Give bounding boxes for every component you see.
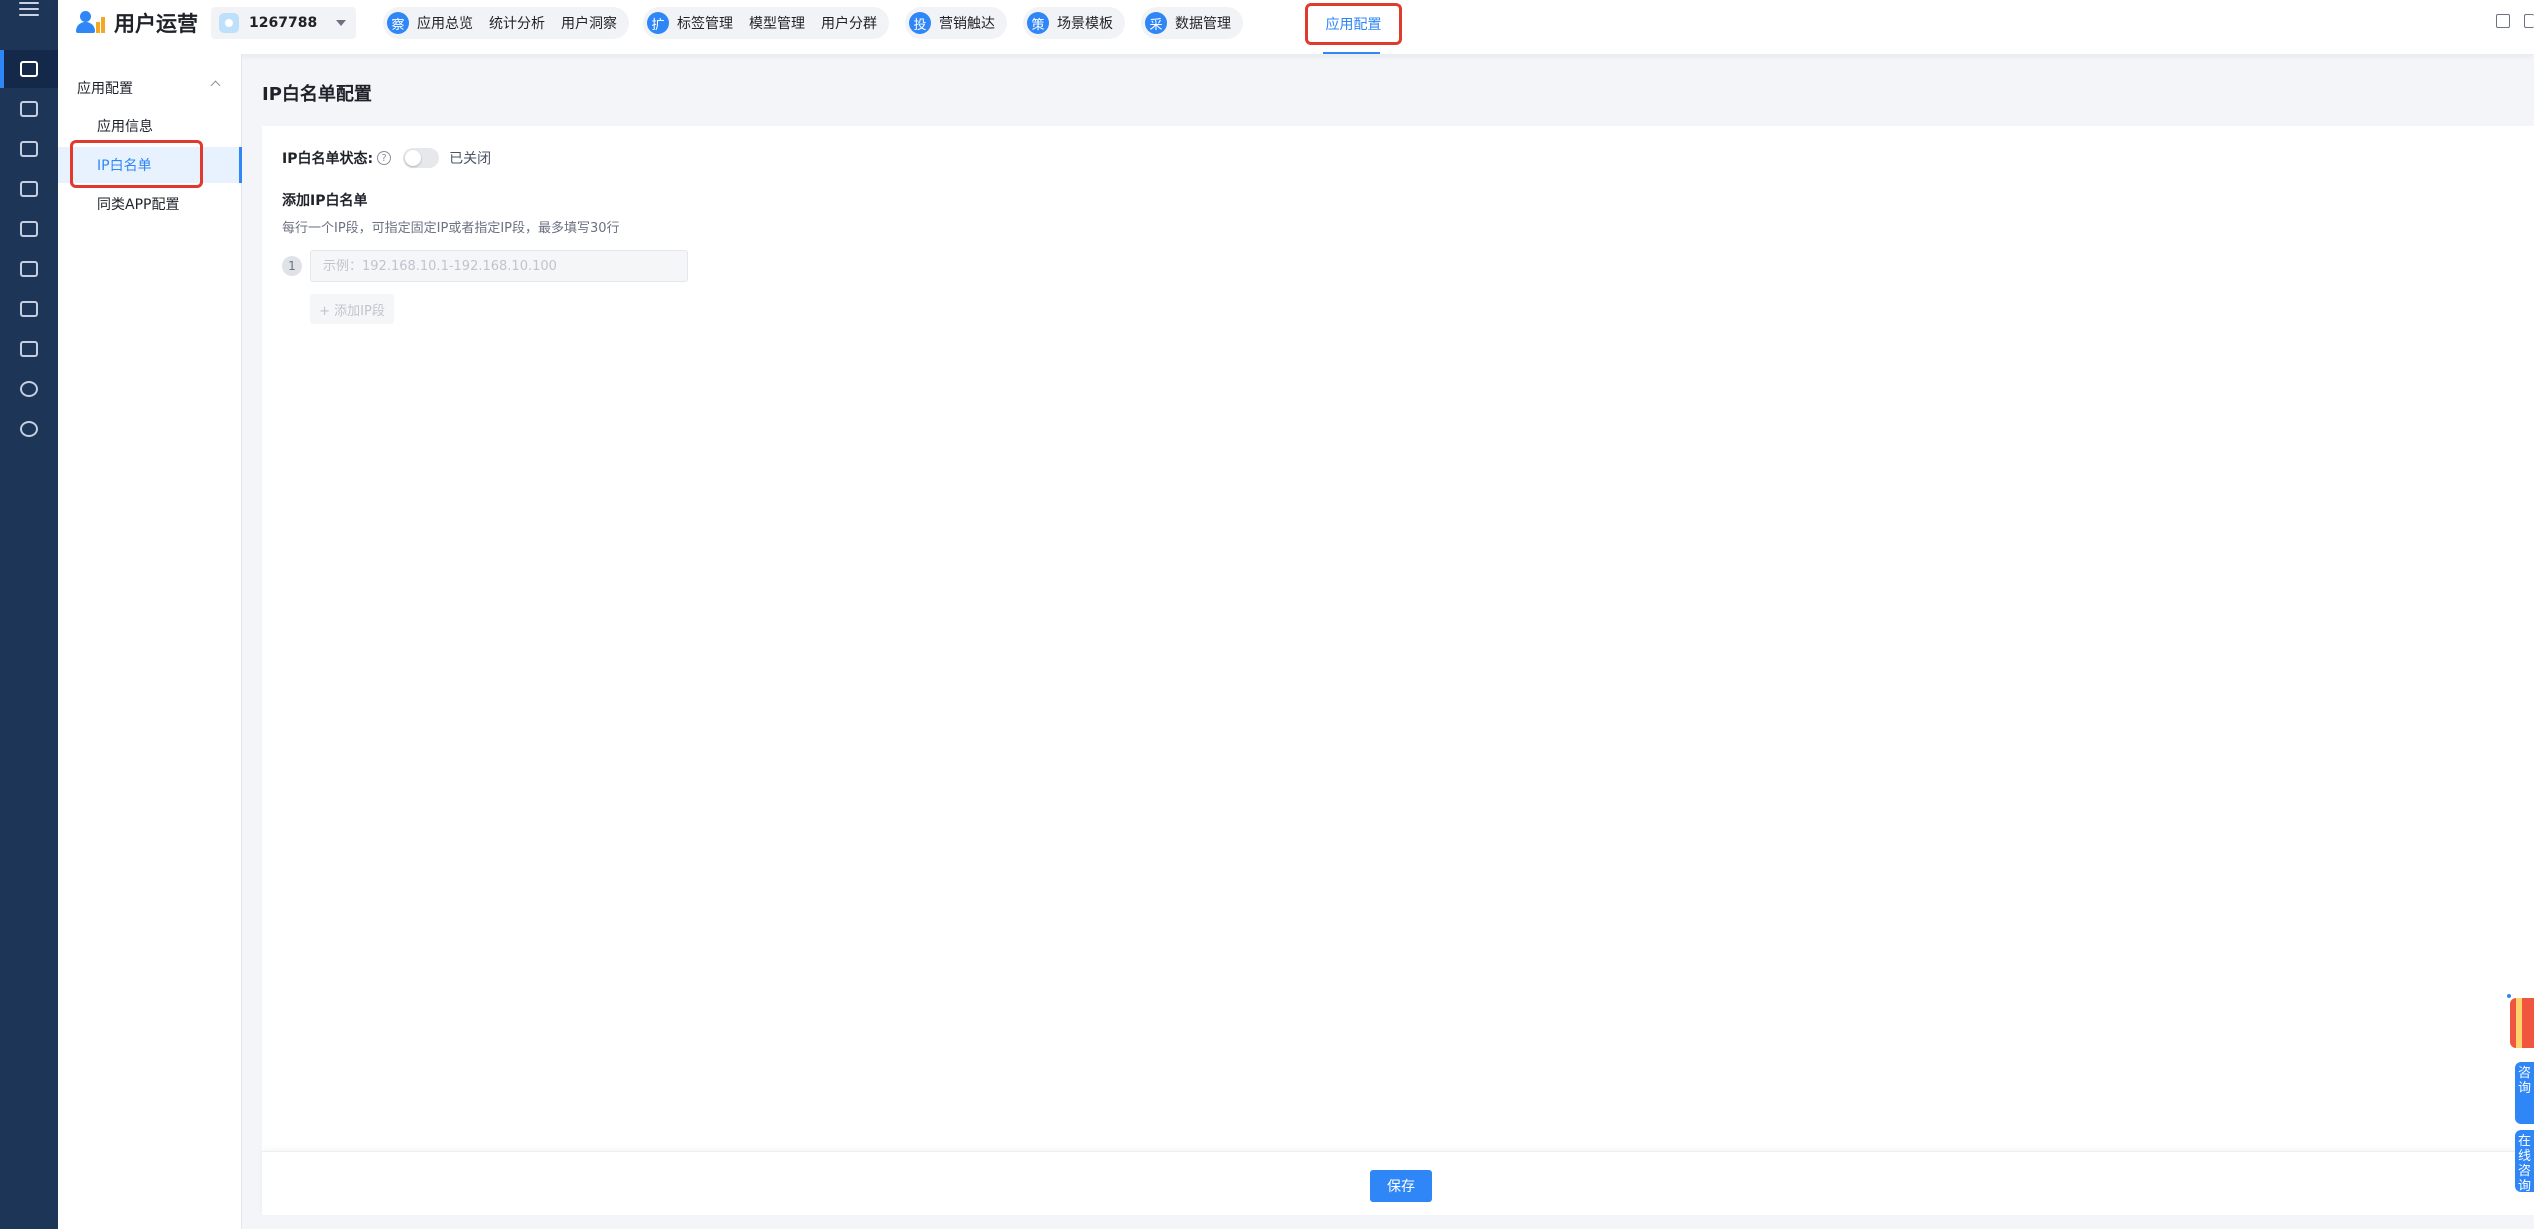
rail-person-gear-icon[interactable] xyxy=(0,250,58,288)
nav-group-delivery: 投 营销触达 xyxy=(905,7,1007,39)
left-icon-rail xyxy=(0,0,58,1229)
rail-chart-icon[interactable] xyxy=(0,210,58,248)
nav-item-app-config[interactable]: 应用配置 xyxy=(1305,3,1402,45)
rail-bag-icon[interactable] xyxy=(0,170,58,208)
rail-globe-icon[interactable] xyxy=(0,370,58,408)
rail-search-target-icon[interactable] xyxy=(0,410,58,448)
app-selector[interactable]: 1267788 xyxy=(211,7,356,39)
gift-icon[interactable] xyxy=(2507,994,2534,1050)
sidebar-item-similar-app-config[interactable]: 同类APP配置 xyxy=(58,186,242,222)
chevron-down-icon xyxy=(336,20,346,26)
nav-group-insight: 察 应用总览 统计分析 用户洞察 xyxy=(383,7,629,39)
toggle-knob xyxy=(405,150,422,166)
nav-item-tag-management[interactable]: 标签管理 xyxy=(677,13,733,33)
nav-group-expand: 扩 标签管理 模型管理 用户分群 xyxy=(643,7,889,39)
rail-users-icon[interactable] xyxy=(0,50,58,88)
highlight-box xyxy=(70,140,203,188)
nav-group-badge: 投 xyxy=(909,12,931,34)
footer-bar: 保存 xyxy=(262,1151,2534,1215)
sidebar-group-app-config[interactable]: 应用配置 xyxy=(77,78,133,98)
row-index: 1 xyxy=(282,256,302,276)
section-description: 每行一个IP段，可指定固定IP或者指定IP段，最多填写30行 xyxy=(282,221,620,236)
nav-item-scene-templates[interactable]: 场景模板 xyxy=(1057,13,1113,33)
nav-group-collect: 采 数据管理 xyxy=(1141,7,1243,39)
section-title: 添加IP白名单 xyxy=(282,193,368,209)
online-consult-tab[interactable]: 在线咨询 xyxy=(2515,1130,2534,1192)
nav-group-badge: 采 xyxy=(1145,12,1167,34)
status-label: IP白名单状态: xyxy=(282,151,374,167)
nav-item-model-management[interactable]: 模型管理 xyxy=(749,13,805,33)
active-nav-underline xyxy=(1323,52,1380,54)
whitelist-status-row: IP白名单状态: ? 已关闭 xyxy=(282,148,491,168)
rail-cube-icon[interactable] xyxy=(0,330,58,368)
page-title: IP白名单配置 xyxy=(262,84,372,105)
user-ops-logo-icon xyxy=(76,10,105,36)
whitelist-toggle[interactable] xyxy=(403,148,440,168)
nav-group-badge: 察 xyxy=(387,12,409,34)
nav-group-badge: 扩 xyxy=(647,12,669,34)
toggle-state-text: 已关闭 xyxy=(449,151,492,167)
settings-sidebar: 应用配置 应用信息 IP白名单 同类APP配置 xyxy=(58,54,242,1229)
app-title: 用户运营 xyxy=(114,12,198,36)
save-button[interactable]: 保存 xyxy=(1370,1170,1432,1202)
nav-item-user-insight[interactable]: 用户洞察 xyxy=(561,13,617,33)
screen-icon[interactable] xyxy=(2524,14,2534,28)
rail-image-icon[interactable] xyxy=(0,90,58,128)
app-logo[interactable]: 用户运营 xyxy=(76,8,198,38)
menu-icon[interactable] xyxy=(19,2,39,18)
header-tools xyxy=(2496,14,2534,28)
rail-doc-icon[interactable] xyxy=(0,290,58,328)
nav-item-user-segments[interactable]: 用户分群 xyxy=(821,13,877,33)
chevron-up-icon[interactable] xyxy=(210,80,221,91)
sidebar-item-app-info[interactable]: 应用信息 xyxy=(58,108,242,144)
ip-range-row: 1 xyxy=(282,250,688,282)
nav-item-app-overview[interactable]: 应用总览 xyxy=(417,13,473,33)
ip-range-input[interactable] xyxy=(310,250,688,282)
consult-tab[interactable]: 咨询 xyxy=(2515,1062,2534,1124)
ip-whitelist-card: IP白名单状态: ? 已关闭 添加IP白名单 每行一个IP段，可指定固定IP或者… xyxy=(262,126,2534,1151)
document-icon[interactable] xyxy=(2496,14,2510,28)
add-ip-range-button[interactable]: + 添加IP段 xyxy=(310,294,394,324)
nav-item-marketing-reach[interactable]: 营销触达 xyxy=(939,13,995,33)
app-avatar-icon xyxy=(219,13,239,33)
top-header: 用户运营 1267788 察 应用总览 统计分析 用户洞察 扩 标签管理 模型管… xyxy=(58,0,2534,54)
app-id: 1267788 xyxy=(249,15,318,31)
nav-item-stats-analysis[interactable]: 统计分析 xyxy=(489,13,545,33)
rail-tag-icon[interactable] xyxy=(0,130,58,168)
nav-group-badge: 策 xyxy=(1027,12,1049,34)
help-icon[interactable]: ? xyxy=(377,151,392,165)
nav-item-data-management[interactable]: 数据管理 xyxy=(1175,13,1231,33)
nav-group-strategy: 策 场景模板 xyxy=(1023,7,1125,39)
